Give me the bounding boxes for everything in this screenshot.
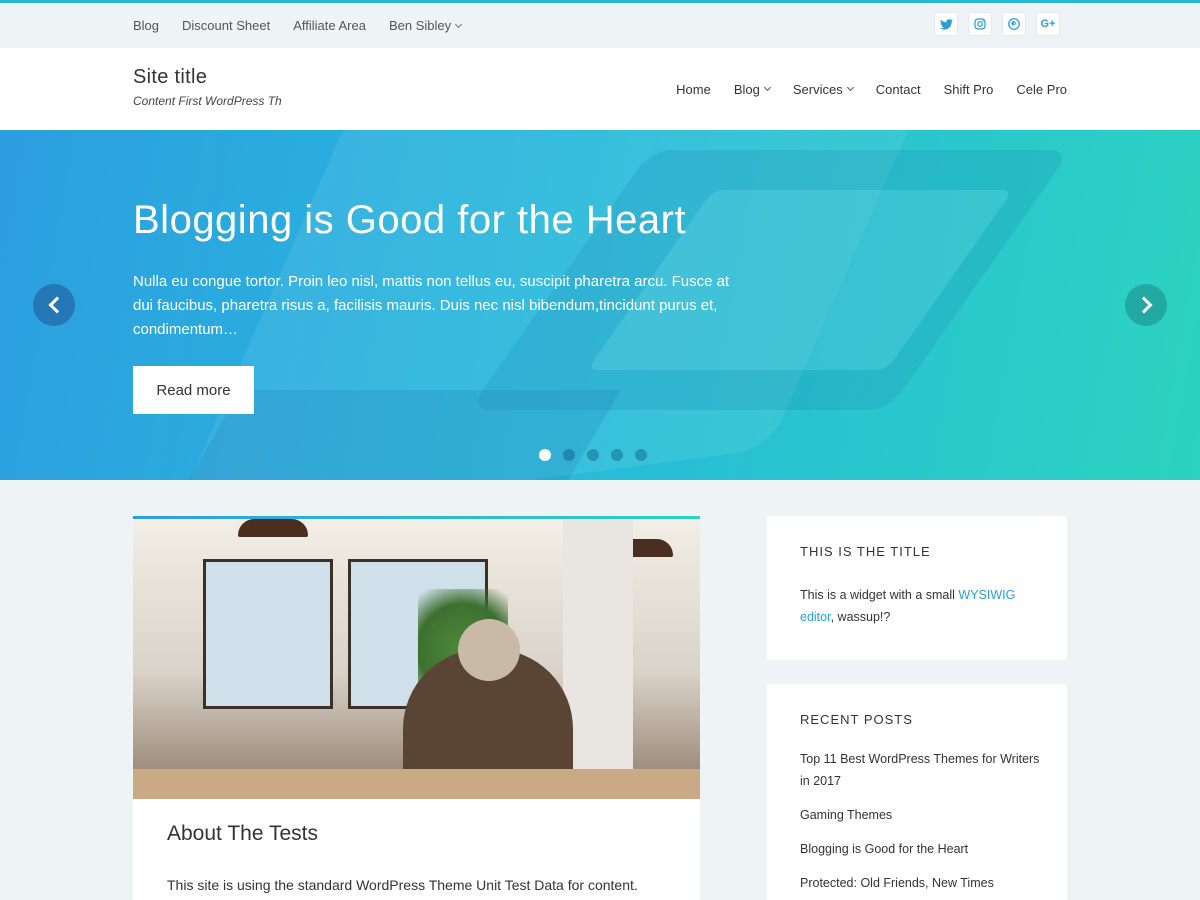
chevron-right-icon xyxy=(1135,296,1152,314)
nav-home[interactable]: Home xyxy=(676,82,711,97)
image-window xyxy=(203,559,333,709)
recent-posts-widget: RECENT POSTS Top 11 Best WordPress Theme… xyxy=(767,684,1067,900)
twitter-icon[interactable] xyxy=(934,12,958,36)
image-person-head xyxy=(458,619,520,681)
site-tagline: Content First WordPress Th xyxy=(133,94,282,108)
recent-posts-list: Top 11 Best WordPress Themes for Writers… xyxy=(800,748,1040,900)
secondary-nav-ben-sibley[interactable]: Ben Sibley xyxy=(388,18,463,33)
slider-next-button[interactable] xyxy=(1125,284,1167,326)
hero-slider: Blogging is Good for the Heart Nulla eu … xyxy=(0,130,1200,480)
post-card: About The Tests This site is using the s… xyxy=(133,516,700,900)
nav-blog[interactable]: Blog xyxy=(733,81,771,97)
chevron-left-icon xyxy=(48,296,65,314)
slider-dot[interactable] xyxy=(539,449,551,461)
secondary-nav-ben-sibley-label: Ben Sibley xyxy=(388,18,452,33)
slider-prev-button[interactable] xyxy=(33,284,75,326)
chevron-down-icon xyxy=(455,20,463,28)
secondary-nav-affiliate-area[interactable]: Affiliate Area xyxy=(293,18,366,33)
top-bar: Blog Discount Sheet Affiliate Area Ben S… xyxy=(0,3,1200,48)
post-featured-image[interactable] xyxy=(133,519,700,799)
slider-dots xyxy=(539,449,647,461)
chevron-down-icon xyxy=(846,83,854,92)
secondary-nav-blog[interactable]: Blog xyxy=(133,18,159,33)
primary-nav: Home Blog Services Contact Shift Pro Cel… xyxy=(653,48,1067,130)
chevron-down-icon xyxy=(763,83,771,92)
text-widget: THIS IS THE TITLE This is a widget with … xyxy=(767,516,1067,660)
google-plus-glyph: G+ xyxy=(1040,18,1056,30)
secondary-nav: Blog Discount Sheet Affiliate Area Ben S… xyxy=(133,3,484,48)
widget-text-after: , wassup!? xyxy=(830,610,891,624)
recent-post-link[interactable]: Gaming Themes xyxy=(800,804,1040,826)
nav-shift-pro[interactable]: Shift Pro xyxy=(944,82,994,97)
slider-dot[interactable] xyxy=(563,449,575,461)
image-table xyxy=(133,769,700,799)
google-plus-icon[interactable]: G+ xyxy=(1036,12,1060,36)
read-more-button[interactable]: Read more xyxy=(133,366,254,414)
secondary-nav-discount-sheet[interactable]: Discount Sheet xyxy=(182,18,270,33)
image-pillar xyxy=(563,519,633,799)
nav-contact[interactable]: Contact xyxy=(876,82,921,97)
hero-title[interactable]: Blogging is Good for the Heart xyxy=(133,198,686,243)
image-lamp xyxy=(238,519,308,537)
widget-text-before: This is a widget with a small xyxy=(800,588,959,602)
instagram-icon[interactable] xyxy=(968,12,992,36)
social-links: G+ xyxy=(934,12,1060,36)
widget-title: THIS IS THE TITLE xyxy=(800,544,931,559)
widget-text: This is a widget with a small WYSIWIG ed… xyxy=(800,584,1040,628)
nav-services[interactable]: Services xyxy=(792,81,854,97)
recent-post-link[interactable]: Protected: Old Friends, New Times xyxy=(800,872,1040,894)
hero-excerpt: Nulla eu congue tortor. Proin leo nisl, … xyxy=(133,273,730,338)
site-header: Site title Content First WordPress Th Ho… xyxy=(0,48,1200,130)
nav-services-label: Services xyxy=(792,81,843,97)
widget-title: RECENT POSTS xyxy=(800,712,913,727)
slider-dot[interactable] xyxy=(611,449,623,461)
recent-post-link[interactable]: Blogging is Good for the Heart xyxy=(800,838,1040,860)
slider-dot[interactable] xyxy=(587,449,599,461)
nav-cele-pro[interactable]: Cele Pro xyxy=(1016,82,1067,97)
pinterest-icon[interactable] xyxy=(1002,12,1026,36)
slider-dot[interactable] xyxy=(635,449,647,461)
nav-blog-label: Blog xyxy=(733,81,760,97)
post-title[interactable]: About The Tests xyxy=(167,822,318,846)
site-title[interactable]: Site title xyxy=(133,66,207,89)
post-excerpt: This site is using the standard WordPres… xyxy=(167,877,638,893)
recent-post-link[interactable]: Top 11 Best WordPress Themes for Writers… xyxy=(800,748,1040,792)
